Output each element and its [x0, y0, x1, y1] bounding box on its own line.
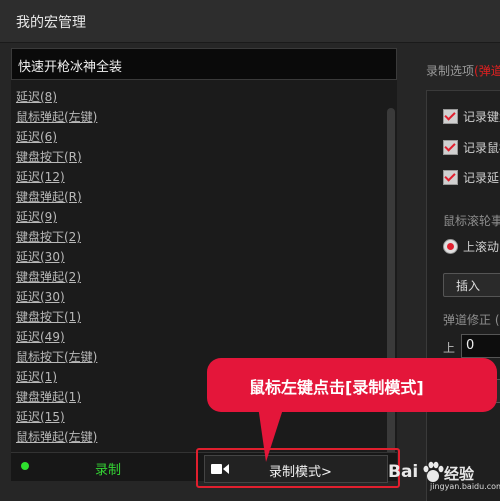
checkbox-label: 记录鼠标 [463, 141, 500, 155]
record-mode-label: 录制模式> [269, 465, 332, 480]
record-options-title: 录制选项 [426, 64, 475, 78]
checkbox-record-mouse[interactable] [443, 140, 458, 155]
macro-step[interactable]: 延迟(30) [16, 247, 376, 267]
macro-step[interactable]: 键盘弹起(R) [16, 187, 376, 207]
macro-step[interactable]: 延迟(8) [16, 87, 376, 107]
checkbox-record-keyboard[interactable] [443, 109, 458, 124]
record-status-dot [21, 462, 29, 470]
record-mode-highlight: 录制模式> [196, 448, 400, 488]
macro-step[interactable]: 键盘按下(2) [16, 227, 376, 247]
callout-pointer [258, 406, 284, 462]
wheel-event-label: 鼠标滚轮事 [443, 214, 500, 228]
recoil-up-input[interactable]: 0 [461, 334, 500, 358]
macro-step[interactable]: 键盘按下(R) [16, 147, 376, 167]
macro-step[interactable]: 鼠标弹起(左键) [16, 427, 376, 447]
macro-step[interactable]: 键盘按下(1) [16, 307, 376, 327]
record-mode-button[interactable]: 录制模式> [204, 455, 388, 483]
paw-icon [423, 461, 444, 482]
macro-step[interactable]: 键盘弹起(2) [16, 267, 376, 287]
up-label: 上 [443, 341, 456, 355]
title-bar: 我的宏管理 [0, 0, 500, 43]
video-camera-icon [211, 464, 229, 474]
macro-step[interactable]: 延迟(6) [16, 127, 376, 147]
macro-step[interactable]: 鼠标弹起(左键) [16, 107, 376, 127]
record-button[interactable]: 录制 [95, 459, 121, 478]
macro-step[interactable]: 延迟(9) [16, 207, 376, 227]
macro-name-text: 快速开枪冰神全装 [18, 60, 123, 75]
callout-text: 鼠标左键点击[录制模式] [249, 378, 424, 397]
insert-button-label: 插入 [456, 279, 481, 293]
window-title: 我的宏管理 [16, 15, 86, 31]
radio-label: 上滚动 [463, 240, 500, 254]
record-options-panel: 记录键盘 记录鼠标 记录延时 鼠标滚轮事 上滚动 插入 弹道修正 ( 上 0 入 [426, 90, 500, 501]
checkbox-label: 记录键盘 [463, 110, 500, 124]
record-options-accent: (弹道 [474, 64, 500, 78]
macro-step[interactable]: 延迟(12) [16, 167, 376, 187]
macro-step[interactable]: 延迟(49) [16, 327, 376, 347]
checkbox-record-delay[interactable] [443, 170, 458, 185]
macro-step[interactable]: 延迟(30) [16, 287, 376, 307]
watermark-url: jingyan.baidu.com [430, 482, 500, 491]
record-options-header: 录制选项(弹道 [426, 62, 500, 79]
watermark-brand: Bai [388, 462, 419, 482]
baidu-watermark: Bai 经验 jingyan.baidu.com [388, 458, 500, 492]
macro-panel: 快速开枪冰神全装 延迟(8) 鼠标弹起(左键) 延迟(6) 键盘按下(R) 延迟… [11, 48, 397, 480]
recoil-correction-label: 弹道修正 ( [443, 313, 500, 327]
instruction-callout: 鼠标左键点击[录制模式] [207, 358, 497, 412]
radio-scroll-up[interactable] [443, 239, 458, 254]
insert-button[interactable]: 插入 [443, 273, 500, 297]
checkbox-label: 记录延时 [463, 171, 500, 185]
watermark-suffix: 经验 [444, 465, 475, 483]
macro-name-field[interactable]: 快速开枪冰神全装 [11, 48, 397, 80]
